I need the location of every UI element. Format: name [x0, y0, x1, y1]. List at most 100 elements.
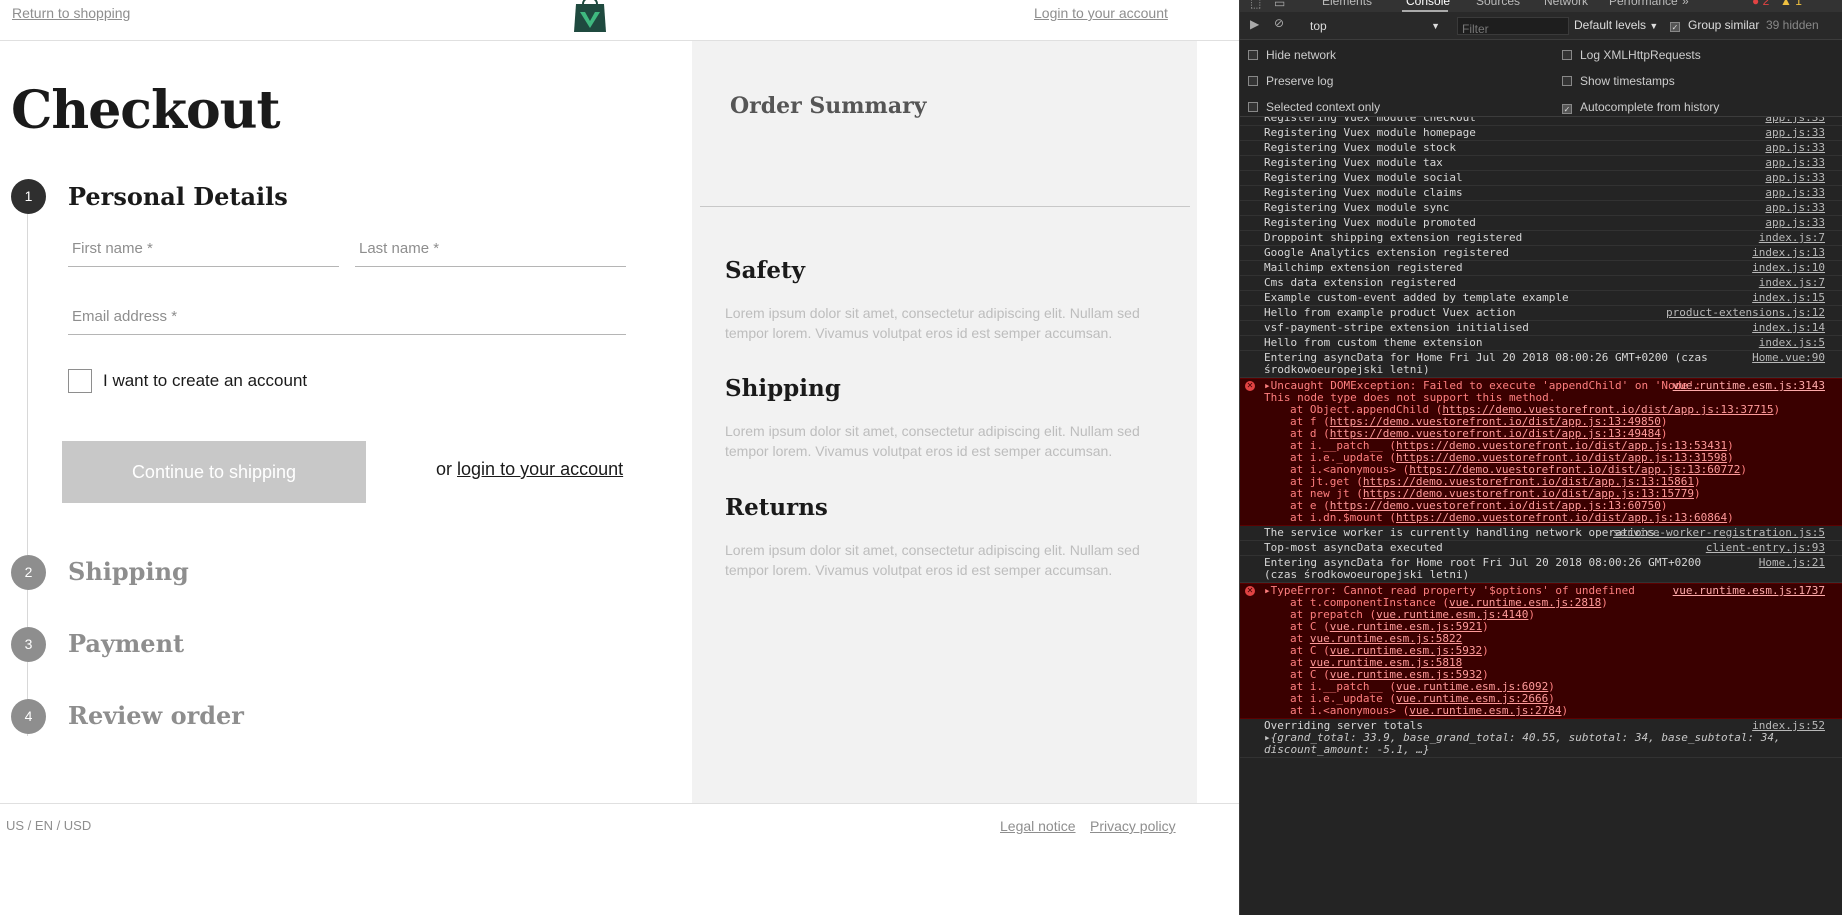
device-toolbar-icon[interactable]: ▭	[1274, 0, 1285, 10]
inspect-icon[interactable]: ⬚	[1250, 0, 1261, 10]
console-log-row[interactable]: Entering asyncData for Home Fri Jul 20 2…	[1240, 351, 1842, 378]
preserve-log-label: Preserve log	[1266, 74, 1334, 88]
selected-context-checkbox[interactable]	[1248, 102, 1258, 112]
console-log-row[interactable]: Registering Vuex module homepage app.js:3…	[1240, 126, 1842, 141]
autocomplete-option[interactable]: ✓ Autocomplete from history	[1562, 100, 1719, 114]
console-source-link[interactable]: index.js:7	[1759, 277, 1825, 289]
console-source-link[interactable]: app.js:33	[1765, 127, 1825, 139]
stack-frame-suffix: )	[1727, 511, 1734, 524]
selected-context-option[interactable]: Selected context only	[1248, 100, 1380, 114]
console-object-preview[interactable]: ▸{grand_total: 33.9, base_grand_total: 4…	[1264, 732, 1831, 756]
tab-performance[interactable]: Performance	[1609, 0, 1678, 8]
console-log-row[interactable]: Top-most asyncData executed client-entry.…	[1240, 541, 1842, 556]
console-log-row[interactable]: Entering asyncData for Home root Fri Jul…	[1240, 556, 1842, 583]
return-to-shopping-link[interactable]: Return to shopping	[12, 5, 130, 21]
console-source-link[interactable]: index.js:7	[1759, 232, 1825, 244]
returns-heading: Returns	[725, 494, 828, 521]
console-source-link[interactable]: client-entry.js:93	[1706, 542, 1825, 554]
preserve-log-option[interactable]: Preserve log	[1248, 74, 1333, 88]
console-source-link[interactable]: service-worker-registration.js:5	[1613, 527, 1825, 539]
log-levels-dropdown[interactable]: Default levels ▼	[1574, 18, 1658, 32]
safety-text: Lorem ipsum dolor sit amet, consectetur …	[725, 305, 1140, 341]
login-account-link[interactable]: Login to your account	[1034, 5, 1168, 21]
console-log-row[interactable]: Hello from custom theme extension index.j…	[1240, 336, 1842, 351]
log-xhr-option[interactable]: Log XMLHttpRequests	[1562, 48, 1701, 62]
console-source-link[interactable]: Home.js:21	[1759, 557, 1825, 569]
console-log-row[interactable]: Registering Vuex module claims app.js:33	[1240, 186, 1842, 201]
console-source-link[interactable]: vue.runtime.esm.js:1737	[1673, 585, 1825, 597]
console-source-link[interactable]: product-extensions.js:12	[1666, 307, 1825, 319]
hide-network-checkbox[interactable]	[1248, 50, 1258, 60]
stack-frame-link[interactable]: vue.runtime.esm.js:2784	[1409, 704, 1561, 717]
show-timestamps-checkbox[interactable]	[1562, 76, 1572, 86]
console-log-row[interactable]: vsf-payment-stripe extension initialised…	[1240, 321, 1842, 336]
console-source-link[interactable]: app.js:33	[1765, 202, 1825, 214]
selected-context-label: Selected context only	[1266, 100, 1381, 114]
console-source-link[interactable]: index.js:5	[1759, 337, 1825, 349]
console-error-row[interactable]: ✕ ▸Uncaught DOMException: Failed to execu…	[1240, 378, 1842, 526]
bag-logo-icon[interactable]	[572, 0, 608, 32]
console-log-row[interactable]: Droppoint shipping extension registered i…	[1240, 231, 1842, 246]
console-log-row[interactable]: Registering Vuex module tax app.js:33	[1240, 156, 1842, 171]
preserve-log-checkbox[interactable]	[1248, 76, 1258, 86]
locale-selector[interactable]: US / EN / USD	[6, 818, 91, 833]
console-log-row[interactable]: Example custom-event added by template e…	[1240, 291, 1842, 306]
console-source-link[interactable]: Home.vue:90	[1752, 352, 1825, 364]
console-source-link[interactable]: index.js:10	[1752, 262, 1825, 274]
error-count-badge[interactable]: ● 2	[1752, 0, 1769, 8]
create-account-label[interactable]: I want to create an account	[103, 371, 307, 391]
tab-console[interactable]: Console	[1406, 0, 1450, 8]
console-source-link[interactable]: index.js:14	[1752, 322, 1825, 334]
autocomplete-checkbox[interactable]: ✓	[1562, 104, 1572, 114]
continue-to-shipping-button[interactable]: Continue to shipping	[62, 441, 366, 503]
more-tabs-button[interactable]: »	[1682, 0, 1689, 8]
stack-frame-link[interactable]: https://demo.vuestorefront.io/dist/app.j…	[1396, 511, 1727, 524]
show-timestamps-option[interactable]: Show timestamps	[1562, 74, 1675, 88]
create-account-checkbox[interactable]	[68, 369, 92, 393]
console-log-row[interactable]: Registering Vuex module stock app.js:33	[1240, 141, 1842, 156]
console-error-row[interactable]: ✕ ▸TypeError: Cannot read property '$opti…	[1240, 583, 1842, 719]
clear-console-icon[interactable]: ⊘	[1274, 16, 1284, 30]
email-input[interactable]	[68, 299, 626, 334]
console-log-row[interactable]: Overriding server totals index.js:52 ▸{gra…	[1240, 719, 1842, 758]
console-log-row[interactable]: Cms data extension registered index.js:7	[1240, 276, 1842, 291]
first-name-input[interactable]	[68, 231, 339, 266]
privacy-policy-link[interactable]: Privacy policy	[1090, 818, 1176, 834]
console-source-link[interactable]: index.js:15	[1752, 292, 1825, 304]
console-source-link[interactable]: app.js:33	[1765, 142, 1825, 154]
console-message: Registering Vuex module social	[1264, 171, 1463, 184]
toggle-sidebar-icon[interactable]: ▶	[1250, 17, 1259, 31]
tab-sources[interactable]: Sources	[1476, 0, 1520, 8]
legal-notice-link[interactable]: Legal notice	[1000, 818, 1076, 834]
group-similar-checkbox[interactable]: ✓	[1670, 22, 1680, 32]
warning-count-badge[interactable]: ▲ 1	[1780, 0, 1802, 8]
log-xhr-checkbox[interactable]	[1562, 50, 1572, 60]
console-source-link[interactable]: app.js:33	[1765, 117, 1825, 124]
stack-frame-suffix: )	[1482, 620, 1489, 633]
console-log-row[interactable]: Mailchimp extension registered index.js:1…	[1240, 261, 1842, 276]
last-name-input[interactable]	[355, 231, 626, 266]
console-message: Example custom-event added by template e…	[1264, 291, 1569, 304]
console-source-link[interactable]: vue.runtime.esm.js:3143	[1673, 380, 1825, 392]
context-selector[interactable]: top ▼	[1306, 17, 1446, 35]
login-to-account-link[interactable]: login to your account	[457, 459, 623, 479]
hide-network-option[interactable]: Hide network	[1248, 48, 1336, 62]
console-source-link[interactable]: index.js:52	[1752, 720, 1825, 732]
console-output[interactable]: Registering Vuex module checkout app.js:3…	[1240, 117, 1842, 915]
group-similar-toggle[interactable]: ✓ Group similar	[1670, 18, 1759, 32]
tab-network[interactable]: Network	[1544, 0, 1588, 8]
console-source-link[interactable]: app.js:33	[1765, 187, 1825, 199]
console-source-link[interactable]: app.js:33	[1765, 172, 1825, 184]
console-log-row[interactable]: Registering Vuex module sync app.js:33	[1240, 201, 1842, 216]
console-source-link[interactable]: index.js:13	[1752, 247, 1825, 259]
console-source-link[interactable]: app.js:33	[1765, 157, 1825, 169]
console-log-row[interactable]: Google Analytics extension registered ind…	[1240, 246, 1842, 261]
console-log-row[interactable]: Registering Vuex module checkout app.js:3…	[1240, 117, 1842, 126]
console-filter-input[interactable]	[1458, 21, 1568, 37]
console-log-row[interactable]: Registering Vuex module social app.js:33	[1240, 171, 1842, 186]
console-log-row[interactable]: The service worker is currently handling…	[1240, 526, 1842, 541]
console-source-link[interactable]: app.js:33	[1765, 217, 1825, 229]
tab-elements[interactable]: Elements	[1322, 0, 1372, 8]
console-log-row[interactable]: Hello from example product Vuex action pr…	[1240, 306, 1842, 321]
console-log-row[interactable]: Registering Vuex module promoted app.js:3…	[1240, 216, 1842, 231]
